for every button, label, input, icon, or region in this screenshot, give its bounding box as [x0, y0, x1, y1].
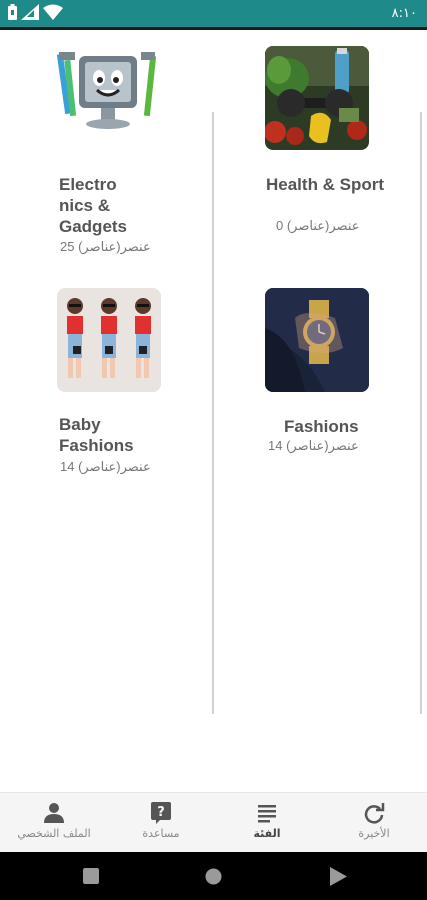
- nav-item-category[interactable]: الفئة: [217, 801, 317, 840]
- help-icon: ?: [151, 802, 171, 824]
- nav-item-profile[interactable]: الملف الشخصي: [4, 801, 104, 840]
- nav-label-profile: الملف الشخصي: [17, 827, 91, 840]
- recents-icon[interactable]: [83, 868, 99, 884]
- person-icon: [44, 803, 64, 823]
- category-card-baby-fashions[interactable]: Baby Fashions 14 عنصر(عناصر): [0, 272, 212, 512]
- status-bar: ٨:١٠: [0, 0, 427, 27]
- category-card-fashions[interactable]: Fashions 14 عنصر(عناصر): [214, 272, 420, 512]
- screen: ٨:١٠ Health & Sport 0 عنصر(عناصر) Electr…: [0, 0, 427, 900]
- battery-icon: [8, 4, 17, 20]
- baby-fashions-thumbnail: [57, 288, 161, 392]
- system-nav-bar: [0, 852, 427, 900]
- home-icon[interactable]: [205, 868, 222, 885]
- category-count: 14 عنصر(عناصر): [268, 438, 359, 453]
- category-count: 25 عنصر(عناصر): [60, 239, 151, 254]
- category-title: Baby Fashions: [59, 415, 134, 455]
- category-count: 14 عنصر(عناصر): [60, 459, 151, 474]
- nav-item-recent[interactable]: الأخيرة: [324, 801, 424, 840]
- category-title: Electro nics & Gadgets: [59, 175, 128, 236]
- nav-label-recent: الأخيرة: [358, 827, 390, 840]
- nav-label-help: مساعدة: [142, 827, 180, 840]
- category-card-electronics[interactable]: Electro nics & Gadgets 25 عنصر(عناصر): [0, 30, 212, 270]
- nav-item-help[interactable]: ? مساعدة: [111, 801, 211, 840]
- status-icons: [8, 4, 63, 20]
- grid-divider: [420, 112, 422, 714]
- nav-label-category: الفئة: [253, 827, 281, 840]
- fashions-thumbnail: [265, 288, 369, 392]
- bottom-nav: الأخيرة الفئة ? مساعدة الملف الشخصي: [0, 792, 427, 853]
- back-icon[interactable]: [330, 867, 347, 886]
- category-count: 0 عنصر(عناصر): [276, 218, 360, 233]
- category-title: Health & Sport: [266, 175, 385, 194]
- electronics-thumbnail: [55, 46, 159, 150]
- category-title: Fashions: [284, 417, 359, 436]
- list-icon: [258, 805, 276, 823]
- svg-text:?: ?: [157, 805, 165, 820]
- wifi-icon: [43, 4, 63, 20]
- health-sport-thumbnail: [265, 46, 369, 150]
- refresh-icon: [364, 803, 385, 824]
- status-time: ٨:١٠: [391, 6, 417, 21]
- category-card-health-sport[interactable]: Health & Sport 0 عنصر(عناصر): [214, 30, 420, 270]
- signal-icon: [21, 4, 39, 20]
